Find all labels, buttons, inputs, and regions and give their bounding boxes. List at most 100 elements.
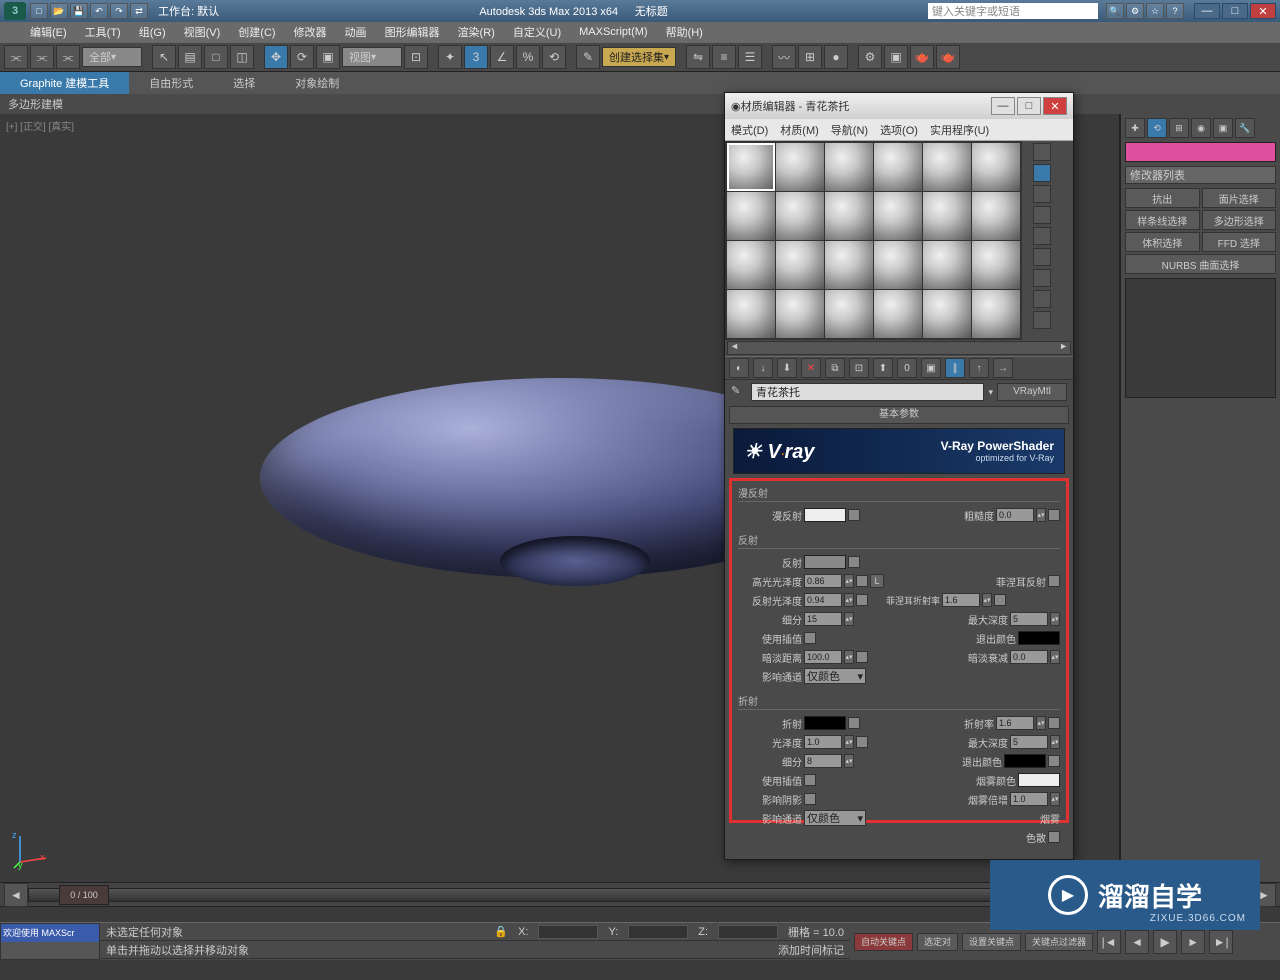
select-icon[interactable]: ↖: [152, 45, 176, 69]
show-in-vp-icon[interactable]: ▣: [921, 358, 941, 378]
spinner-icon[interactable]: ▴▾: [1050, 792, 1060, 806]
refr-exit-color-swatch[interactable]: [1004, 754, 1046, 768]
spinner-icon[interactable]: ▴▾: [844, 754, 854, 768]
modifier-btn-4[interactable]: 体积选择: [1125, 232, 1200, 252]
play-end-icon[interactable]: ►|: [1209, 930, 1233, 954]
fog-color-swatch[interactable]: [1018, 773, 1060, 787]
spinner-icon[interactable]: ▴▾: [844, 735, 854, 749]
refract-map-button[interactable]: [848, 717, 860, 729]
material-slot[interactable]: [727, 143, 775, 191]
dispersion-checkbox[interactable]: [1048, 831, 1060, 843]
ior-spinner[interactable]: 1.6: [996, 716, 1034, 730]
refract-color-swatch[interactable]: [804, 716, 846, 730]
video-check-icon[interactable]: [1033, 227, 1051, 245]
ior-map-button[interactable]: [1048, 717, 1060, 729]
material-editor-icon[interactable]: ●: [824, 45, 848, 69]
spinner-icon[interactable]: ▴▾: [844, 650, 854, 664]
spinner-icon[interactable]: ▴▾: [1050, 735, 1060, 749]
dim-dist-checkbox[interactable]: [856, 651, 868, 663]
ribbon-tab-freeform[interactable]: 自由形式: [129, 72, 213, 94]
set-key-button[interactable]: 设置关键点: [962, 933, 1021, 951]
material-slot[interactable]: [825, 192, 873, 240]
backlight-icon[interactable]: [1033, 164, 1051, 182]
search-icon[interactable]: 🔍: [1106, 3, 1124, 19]
dialog-maximize-button[interactable]: □: [1017, 97, 1041, 115]
render-setup-icon[interactable]: ⚙: [858, 45, 882, 69]
play-icon[interactable]: ▶: [1153, 930, 1177, 954]
dialog-close-button[interactable]: ✕: [1043, 97, 1067, 115]
select-by-mat-icon[interactable]: [1033, 290, 1051, 308]
material-editor-titlebar[interactable]: ◉ 材质编辑器 - 青花茶托 — □ ✕: [725, 93, 1073, 119]
create-tab-icon[interactable]: ✚: [1125, 118, 1145, 138]
mat-menu-options[interactable]: 选项(O): [880, 122, 918, 138]
material-slot[interactable]: [727, 192, 775, 240]
spinner-icon[interactable]: ▴▾: [1050, 612, 1060, 626]
material-slot[interactable]: [825, 143, 873, 191]
refl-gloss-map-button[interactable]: [856, 594, 868, 606]
material-slot[interactable]: [776, 241, 824, 289]
selection-filter[interactable]: 全部 ▾: [82, 47, 142, 67]
fog-mult-spinner[interactable]: 1.0: [1010, 792, 1048, 806]
fresnel-ior-map-button[interactable]: [994, 594, 1006, 606]
material-slot[interactable]: [727, 290, 775, 338]
hierarchy-tab-icon[interactable]: ⊞: [1169, 118, 1189, 138]
object-color-swatch[interactable]: [1125, 142, 1276, 162]
render-icon[interactable]: 🫖: [910, 45, 934, 69]
mat-menu-util[interactable]: 实用程序(U): [930, 122, 989, 138]
material-slot[interactable]: [776, 192, 824, 240]
material-slot[interactable]: [972, 290, 1020, 338]
get-material-icon[interactable]: ◐: [729, 358, 749, 378]
dim-falloff-spinner[interactable]: 0.0: [1010, 650, 1048, 664]
ribbon-tab-graphite[interactable]: Graphite 建模工具: [0, 72, 129, 94]
refr-exit-checkbox[interactable]: [1048, 755, 1060, 767]
named-selection-set[interactable]: 创建选择集 ▾: [602, 47, 676, 67]
refl-gloss-spinner[interactable]: 0.94: [804, 593, 842, 607]
uv-tiling-icon[interactable]: [1033, 206, 1051, 224]
reset-map-icon[interactable]: ✕: [801, 358, 821, 378]
spinner-icon[interactable]: ▴▾: [1036, 508, 1046, 522]
align-icon[interactable]: ≡: [712, 45, 736, 69]
render-frame-icon[interactable]: ▣: [884, 45, 908, 69]
manip-icon[interactable]: ✦: [438, 45, 462, 69]
lock-icon[interactable]: 🔒: [494, 925, 508, 938]
menu-render[interactable]: 渲染(R): [458, 24, 495, 40]
show-end-result-icon[interactable]: ∥: [945, 358, 965, 378]
hilight-lock-button[interactable]: L: [870, 574, 884, 588]
select-name-icon[interactable]: ▤: [178, 45, 202, 69]
pick-material-icon[interactable]: ✎: [731, 384, 747, 400]
schematic-icon[interactable]: ⊞: [798, 45, 822, 69]
maximize-button[interactable]: □: [1222, 3, 1248, 19]
timeline-prev-icon[interactable]: ◄: [4, 883, 28, 907]
material-slot[interactable]: [972, 143, 1020, 191]
material-slot[interactable]: [874, 290, 922, 338]
minimize-button[interactable]: —: [1194, 3, 1220, 19]
go-parent-icon[interactable]: ↑: [969, 358, 989, 378]
render-prod-icon[interactable]: 🫖: [936, 45, 960, 69]
background-icon[interactable]: [1033, 185, 1051, 203]
play-start-icon[interactable]: |◄: [1097, 930, 1121, 954]
affect-shadow-checkbox[interactable]: [804, 793, 816, 805]
ribbon-tab-selection[interactable]: 选择: [213, 72, 275, 94]
redo-icon[interactable]: ↷: [110, 3, 128, 19]
refr-affect-ch-select[interactable]: 仅颜色▾: [804, 810, 866, 826]
menu-create[interactable]: 创建(C): [238, 24, 275, 40]
menu-help[interactable]: 帮助(H): [666, 24, 703, 40]
make-unique-icon[interactable]: ⊡: [849, 358, 869, 378]
material-slot[interactable]: [776, 290, 824, 338]
curve-editor-icon[interactable]: 〰: [772, 45, 796, 69]
modifier-btn-0[interactable]: 抗出: [1125, 188, 1200, 208]
material-slot[interactable]: [727, 241, 775, 289]
spinner-icon[interactable]: ▴▾: [844, 574, 854, 588]
auto-key-button[interactable]: 自动关键点: [854, 933, 913, 951]
menu-group[interactable]: 组(G): [139, 24, 166, 40]
scale-icon[interactable]: ▣: [316, 45, 340, 69]
spinner-icon[interactable]: ▴▾: [844, 593, 854, 607]
play-prev-icon[interactable]: ◄: [1125, 930, 1149, 954]
menu-customize[interactable]: 自定义(U): [513, 24, 561, 40]
close-button[interactable]: ✕: [1250, 3, 1276, 19]
menu-views[interactable]: 视图(V): [184, 24, 221, 40]
hilight-gloss-spinner[interactable]: 0.86: [804, 574, 842, 588]
refr-gloss-map-button[interactable]: [856, 736, 868, 748]
dim-dist-spinner[interactable]: 100.0: [804, 650, 842, 664]
time-slider-thumb[interactable]: 0 / 100: [59, 885, 109, 905]
